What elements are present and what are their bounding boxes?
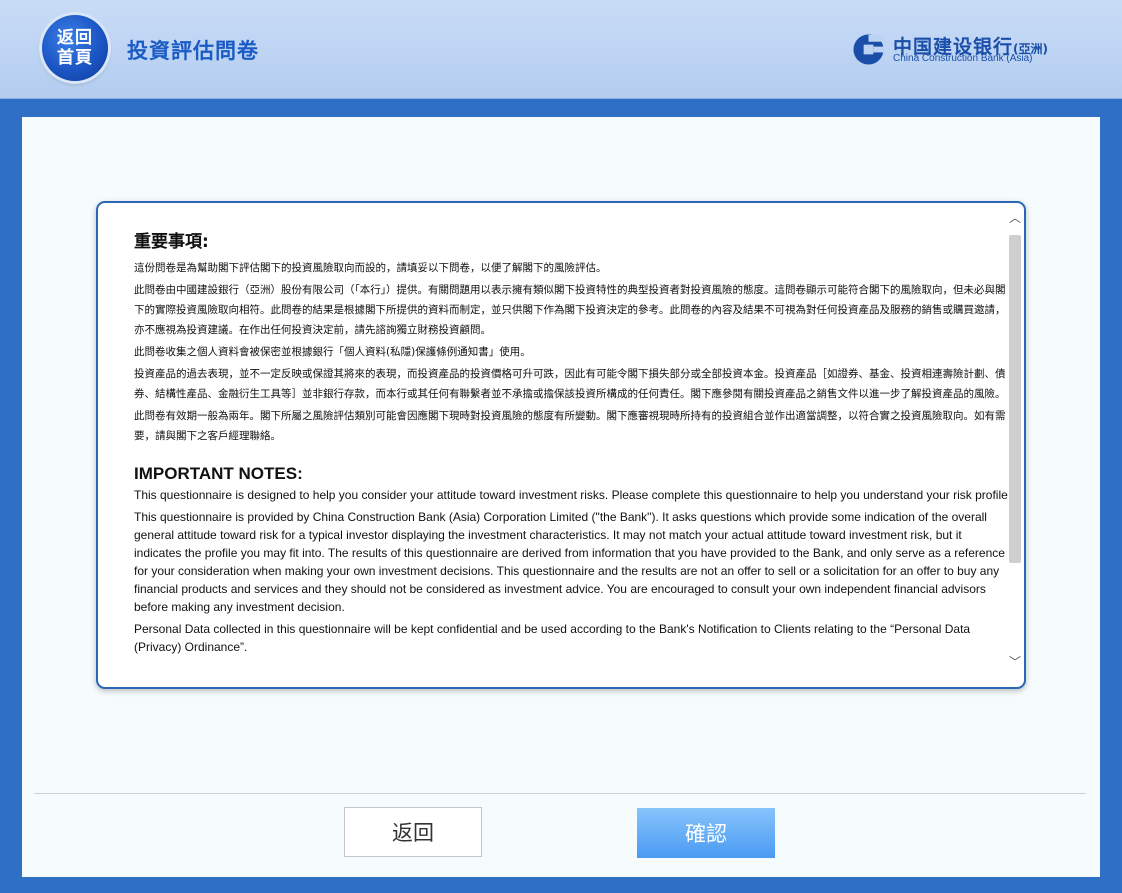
para-cn-3: 此問卷收集之個人資料會被保密並根據銀行「個人資料(私隱)保護條例通知書」使用。 (134, 346, 531, 358)
heading-cn: 重要事項: (134, 232, 209, 252)
main-panel: 重要事項: 這份問卷是為幫助閣下評估閣下的投資風險取向而設的，請填妥以下問卷，以… (22, 117, 1100, 877)
scroll-up-icon[interactable]: ︿ (1008, 211, 1022, 225)
scroll-thumb[interactable] (1009, 235, 1021, 563)
important-notes-box[interactable]: 重要事項: 這份問卷是為幫助閣下評估閣下的投資風險取向而設的，請填妥以下問卷，以… (96, 201, 1026, 689)
para-cn-1: 這份問卷是為幫助閣下評估閣下的投資風險取向而設的，請填妥以下問卷，以便了解閣下的… (134, 262, 607, 274)
page-title: 投資評估問卷 (127, 39, 259, 63)
footer-divider (34, 793, 1086, 794)
home-button[interactable]: 返回 首頁 (42, 15, 108, 81)
para-cn-2: 此問卷由中國建設銀行（亞洲）股份有限公司（「本行」）提供。有關問題用以表示擁有類… (134, 284, 1006, 336)
vertical-scrollbar[interactable]: ︿ ﹀ (1008, 211, 1022, 675)
notice-scroll-content[interactable]: 重要事項: 這份問卷是為幫助閣下評估閣下的投資風險取向而設的，請填妥以下問卷，以… (134, 227, 1012, 683)
heading-en: IMPORTANT NOTES: (134, 464, 303, 483)
back-button[interactable]: 返回 (344, 807, 482, 857)
home-button-label-1: 返回 (57, 28, 93, 48)
home-button-label-2: 首頁 (57, 48, 93, 68)
bank-logo: 中国建设银行(亞洲) China Construction Bank (Asia… (852, 32, 1082, 66)
para-en-3: Personal Data collected in this question… (134, 622, 971, 654)
para-cn-5: 此問卷有效期一般為兩年。閣下所屬之風險評估類別可能會因應閣下現時對投資風險的態度… (134, 410, 1006, 442)
logo-text-en: China Construction Bank (Asia) (893, 53, 1033, 64)
header-bar: 返回 首頁 投資評估問卷 中国建设银行(亞洲) China Constructi… (0, 0, 1122, 99)
confirm-button[interactable]: 確認 (637, 808, 775, 858)
para-en-1: This questionnaire is designed to help y… (134, 488, 1012, 502)
para-cn-4: 投資產品的過去表現，並不一定反映或保證其將來的表現，而投資產品的投資價格可升可跌… (134, 368, 1006, 400)
ccb-logo-icon (853, 34, 885, 65)
para-en-2: This questionnaire is provided by China … (134, 510, 1005, 614)
scroll-down-icon[interactable]: ﹀ (1008, 655, 1022, 669)
